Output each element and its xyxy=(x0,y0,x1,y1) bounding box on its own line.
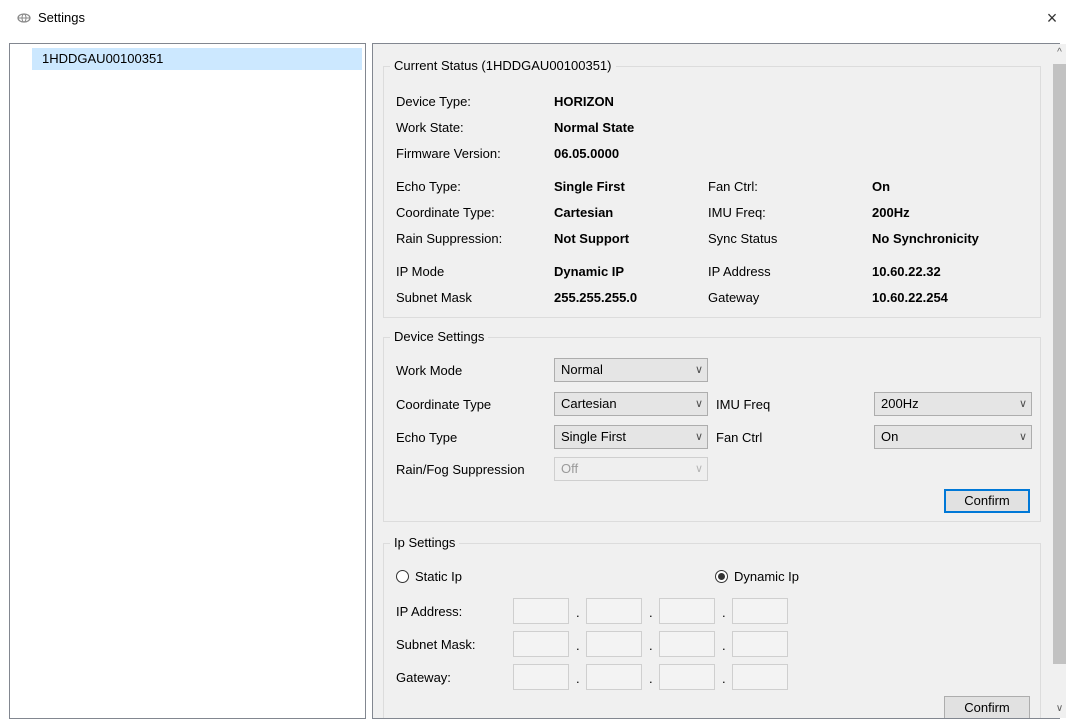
work-mode-value: Normal xyxy=(561,362,603,377)
window-title: Settings xyxy=(38,10,85,25)
ip-dot: . xyxy=(722,671,726,686)
fan-ctrl-select[interactable]: On ∨ xyxy=(874,425,1032,449)
app-icon xyxy=(17,13,31,23)
ip-dot: . xyxy=(576,638,580,653)
imu-freq-value: 200Hz xyxy=(872,205,910,220)
coordinate-type-select-value: Cartesian xyxy=(561,396,617,411)
chevron-down-icon: ∨ xyxy=(1018,398,1027,410)
ip-dot: . xyxy=(649,605,653,620)
work-mode-label: Work Mode xyxy=(396,363,463,378)
static-ip-radio[interactable] xyxy=(396,570,409,583)
ip-address-field-label: IP Address: xyxy=(396,604,463,619)
work-state-label: Work State: xyxy=(396,120,464,135)
coordinate-type-label: Coordinate Type: xyxy=(396,205,495,220)
coordinate-type-select[interactable]: Cartesian ∨ xyxy=(554,392,708,416)
gateway-octet-1 xyxy=(513,664,569,690)
device-type-value: HORIZON xyxy=(554,94,614,109)
ip-settings-title: Ip Settings xyxy=(390,535,460,551)
ip-address-label: IP Address xyxy=(708,264,771,279)
gateway-octet-3 xyxy=(659,664,715,690)
subnet-mask-octet-4 xyxy=(732,631,788,657)
imu-freq-setting-label: IMU Freq xyxy=(716,397,771,412)
scroll-down-icon[interactable]: ∨ xyxy=(1051,700,1066,717)
chevron-down-icon: ∨ xyxy=(1018,431,1027,443)
work-mode-select[interactable]: Normal ∨ xyxy=(554,358,708,382)
static-ip-label[interactable]: Static Ip xyxy=(415,569,462,585)
fan-ctrl-select-value: On xyxy=(881,429,899,444)
firmware-version-value: 06.05.0000 xyxy=(554,146,620,161)
subnet-mask-octet-2 xyxy=(586,631,642,657)
scroll-thumb[interactable] xyxy=(1053,64,1066,664)
gateway-octet-2 xyxy=(586,664,642,690)
subnet-mask-octet-3 xyxy=(659,631,715,657)
settings-panel: Current Status (1HDDGAU00100351) Device … xyxy=(372,43,1060,719)
chevron-down-icon: ∨ xyxy=(694,364,703,376)
imu-freq-label: IMU Freq: xyxy=(708,205,766,220)
dynamic-ip-radio[interactable] xyxy=(715,570,728,583)
subnet-mask-label: Subnet Mask xyxy=(396,290,472,305)
rain-suppression-value: Not Support xyxy=(554,231,630,246)
echo-type-setting-label: Echo Type xyxy=(396,430,458,445)
ip-address-value: 10.60.22.32 xyxy=(872,264,941,279)
scroll-up-icon[interactable]: ^ xyxy=(1051,44,1066,61)
coordinate-type-value: Cartesian xyxy=(554,205,614,220)
title-bar: Settings × xyxy=(0,0,1066,36)
echo-type-label: Echo Type: xyxy=(396,179,461,194)
ip-dot: . xyxy=(722,605,726,620)
rain-suppression-label: Rain Suppression: xyxy=(396,231,503,246)
device-type-label: Device Type: xyxy=(396,94,471,109)
chevron-down-icon: ∨ xyxy=(694,398,703,410)
ip-settings-group: Ip Settings Static Ip Dynamic Ip IP Addr… xyxy=(383,535,1041,718)
chevron-down-icon: ∨ xyxy=(694,463,703,475)
ip-dot: . xyxy=(649,638,653,653)
fan-ctrl-setting-label: Fan Ctrl xyxy=(716,430,763,445)
ip-dot: . xyxy=(722,638,726,653)
current-status-title: Current Status (1HDDGAU00100351) xyxy=(390,58,616,74)
gateway-octet-4 xyxy=(732,664,788,690)
fan-ctrl-label: Fan Ctrl: xyxy=(708,179,758,194)
imu-freq-select-value: 200Hz xyxy=(881,396,919,411)
device-list-item[interactable]: 1HDDGAU00100351 xyxy=(32,48,362,70)
sync-status-value: No Synchronicity xyxy=(872,231,979,246)
ip-dot: . xyxy=(576,671,580,686)
ip-mode-label: IP Mode xyxy=(396,264,445,279)
ip-dot: . xyxy=(576,605,580,620)
imu-freq-select[interactable]: 200Hz ∨ xyxy=(874,392,1032,416)
subnet-mask-octet-1 xyxy=(513,631,569,657)
chevron-down-icon: ∨ xyxy=(694,431,703,443)
fan-ctrl-value: On xyxy=(872,179,891,194)
ip-settings-confirm-button[interactable]: Confirm xyxy=(944,696,1030,718)
subnet-mask-value: 255.255.255.0 xyxy=(554,290,638,305)
device-settings-confirm-button[interactable]: Confirm xyxy=(944,489,1030,513)
ip-address-octet-2 xyxy=(586,598,642,624)
subnet-mask-field-label: Subnet Mask: xyxy=(396,637,476,652)
dynamic-ip-label[interactable]: Dynamic Ip xyxy=(734,569,799,585)
rain-fog-suppression-label: Rain/Fog Suppression xyxy=(396,462,525,477)
echo-type-select[interactable]: Single First ∨ xyxy=(554,425,708,449)
ip-address-octet-1 xyxy=(513,598,569,624)
ip-dot: . xyxy=(649,671,653,686)
close-icon[interactable]: × xyxy=(1040,6,1064,30)
ip-mode-value: Dynamic IP xyxy=(554,264,625,279)
ip-address-octet-3 xyxy=(659,598,715,624)
echo-type-select-value: Single First xyxy=(561,429,627,444)
coordinate-type-setting-label: Coordinate Type xyxy=(396,397,492,412)
firmware-version-label: Firmware Version: xyxy=(396,146,501,161)
device-settings-group: Device Settings Work Mode Normal ∨ Coord… xyxy=(383,329,1041,522)
gateway-field-label: Gateway: xyxy=(396,670,451,685)
rain-fog-suppression-select: Off ∨ xyxy=(554,457,708,481)
device-list[interactable]: 1HDDGAU00100351 xyxy=(9,43,366,719)
sync-status-label: Sync Status xyxy=(708,231,778,246)
device-settings-title: Device Settings xyxy=(390,329,489,345)
current-status-group: Current Status (1HDDGAU00100351) Device … xyxy=(383,58,1041,318)
gateway-label: Gateway xyxy=(708,290,760,305)
echo-type-value: Single First xyxy=(554,179,625,194)
vertical-scrollbar[interactable]: ^ ∨ xyxy=(1051,44,1066,718)
gateway-value: 10.60.22.254 xyxy=(872,290,948,305)
work-state-value: Normal State xyxy=(554,120,635,135)
rain-fog-suppression-value: Off xyxy=(561,461,579,476)
ip-address-octet-4 xyxy=(732,598,788,624)
